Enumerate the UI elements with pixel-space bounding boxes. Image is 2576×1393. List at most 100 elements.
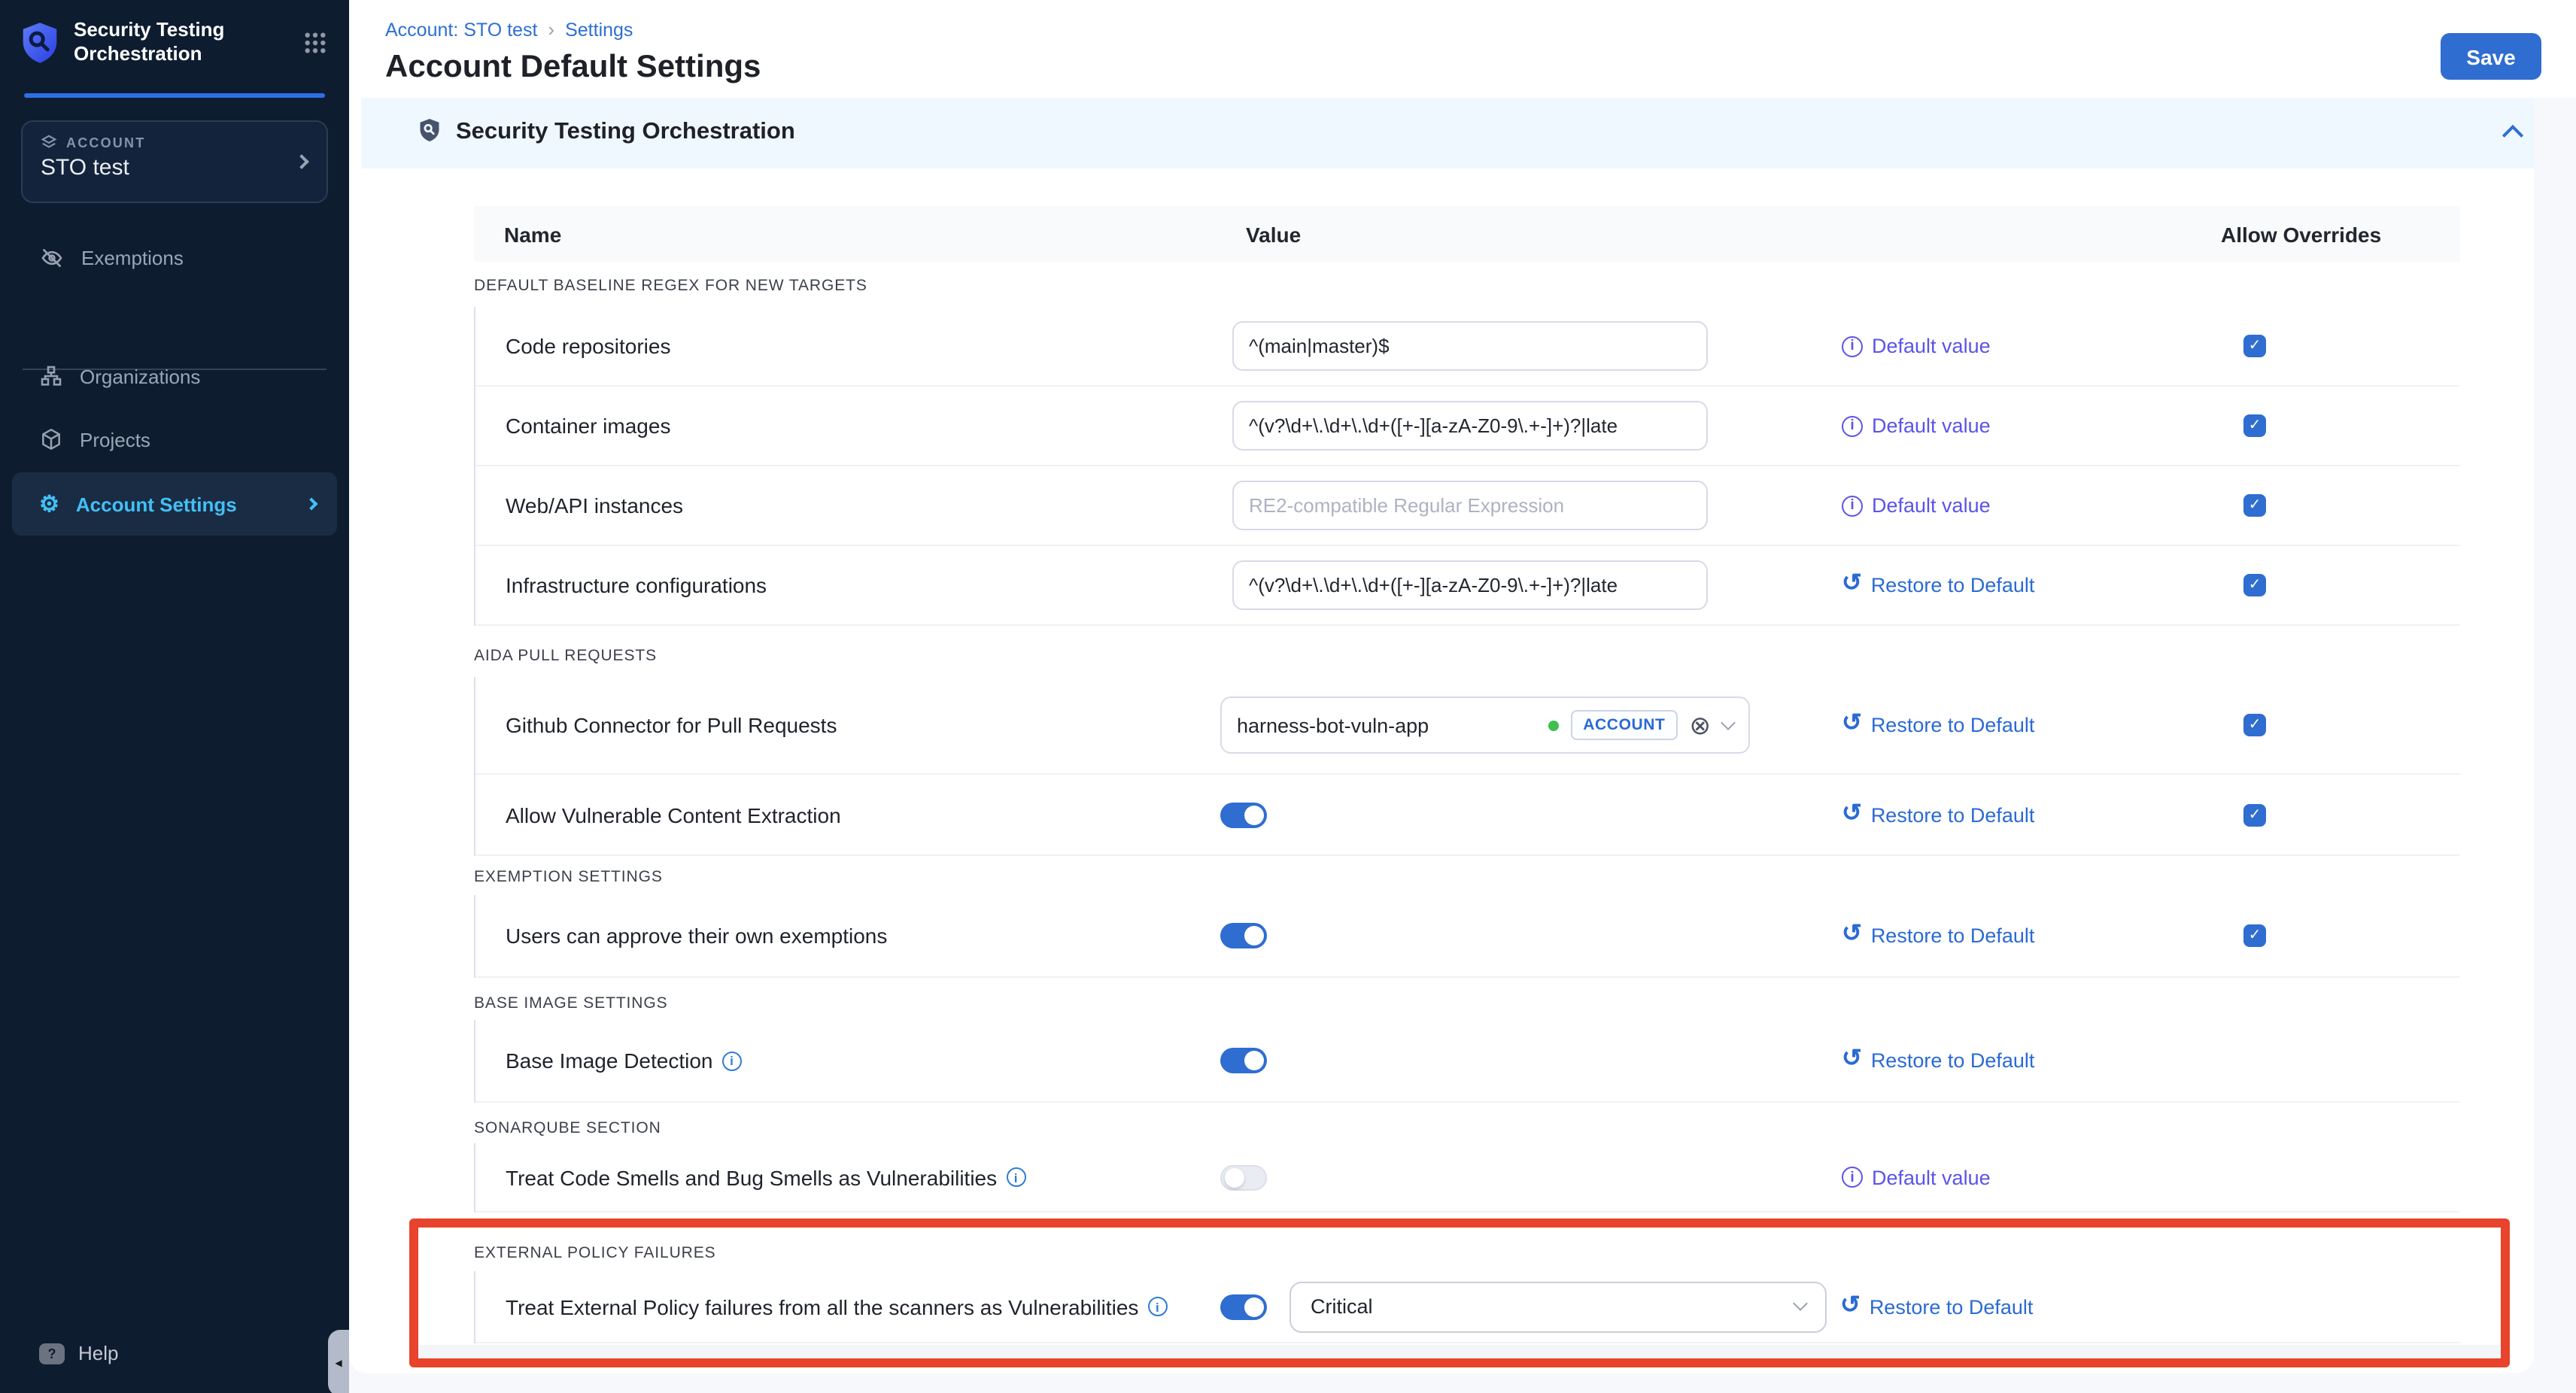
regex-input[interactable] (1232, 560, 1708, 610)
breadcrumb-settings-link[interactable]: Settings (565, 19, 633, 40)
setting-name: Treat Code Smells and Bug Smells as Vuln… (506, 1165, 1025, 1189)
account-scope-card[interactable]: ACCOUNT STO test (21, 120, 328, 203)
breadcrumb-separator: › (548, 18, 554, 41)
section-label: SONARQUBE SECTION (474, 1119, 661, 1137)
help-button[interactable]: ? Help (39, 1342, 119, 1364)
info-icon (1842, 495, 1863, 516)
section-group: Github Connector for Pull Requests harne… (474, 677, 2460, 856)
setting-row-treat-code-smells: Treat Code Smells and Bug Smells as Vuln… (475, 1143, 2460, 1212)
column-header-name: Name (504, 222, 561, 246)
breadcrumb-account-link[interactable]: Account: STO test (385, 19, 537, 40)
toggle-on[interactable] (1220, 1048, 1267, 1073)
section-group: Base Image Detection Restore to Default (474, 1020, 2460, 1103)
setting-row-treat-external-policy-failures: Treat External Policy failures from all … (475, 1271, 2460, 1343)
regex-input[interactable] (1232, 401, 1708, 451)
setting-row-github-connector: Github Connector for Pull Requests harne… (475, 677, 2460, 775)
allow-override-checkbox[interactable] (2243, 714, 2266, 736)
accent-bar (24, 93, 325, 98)
sidebar-item-label: Account Settings (76, 493, 237, 515)
sidebar-item-label: Projects (80, 428, 150, 451)
setting-row-allow-vulnerable-content-extraction: Allow Vulnerable Content Extraction Rest… (475, 775, 2460, 856)
chevron-down-icon[interactable] (1721, 715, 1736, 730)
help-icon: ? (39, 1343, 65, 1364)
column-header-allow-overrides: Allow Overrides (2221, 222, 2381, 246)
allow-override-checkbox[interactable] (2243, 803, 2266, 826)
regex-input[interactable] (1232, 321, 1708, 371)
default-value-indicator[interactable]: Default value (1842, 1166, 1991, 1188)
module-grid-icon[interactable] (304, 32, 327, 54)
sidebar-item-exemptions[interactable]: Exemptions (12, 226, 337, 289)
layers-icon (41, 134, 57, 150)
table-header: Name Value Allow Overrides (474, 206, 2460, 262)
chevron-up-icon[interactable] (2502, 125, 2523, 146)
section-label: DEFAULT BASELINE REGEX FOR NEW TARGETS (474, 277, 867, 295)
sidebar-item-account-settings[interactable]: ⚙ Account Settings (12, 472, 337, 536)
panel-title: Security Testing Orchestration (456, 119, 795, 146)
column-header-value: Value (1246, 222, 1301, 246)
screen: Security Testing Orchestration (0, 0, 2576, 1393)
content-card: Security Testing Orchestration Name Valu… (349, 98, 2534, 1373)
connected-status-dot (1548, 720, 1559, 730)
info-icon[interactable] (1006, 1167, 1025, 1187)
setting-name: Infrastructure configurations (506, 573, 767, 597)
setting-name: Base Image Detection (506, 1049, 742, 1073)
app-logo-row: Security Testing Orchestration (20, 18, 330, 67)
sidebar-collapse-handle[interactable] (328, 1330, 349, 1393)
setting-name: Web/API instances (506, 493, 683, 517)
section-label: EXEMPTION SETTINGS (474, 868, 663, 886)
regex-input[interactable] (1232, 481, 1708, 530)
sidebar-item-label: Organizations (80, 365, 200, 387)
default-value-indicator[interactable]: Default value (1842, 414, 1991, 437)
cube-icon (39, 427, 63, 451)
restore-icon (1840, 1296, 1861, 1318)
breadcrumb: Account: STO test › Settings (385, 18, 633, 41)
allow-override-checkbox[interactable] (2243, 924, 2266, 947)
setting-name: Code repositories (506, 334, 670, 358)
restore-to-default-link[interactable]: Restore to Default (1842, 714, 2034, 736)
account-scope-label: ACCOUNT (66, 135, 145, 150)
section-group: Treat Code Smells and Bug Smells as Vuln… (474, 1143, 2460, 1212)
account-name: STO test (41, 155, 308, 181)
setting-row-infrastructure-configurations: Infrastructure configurations Restore to… (475, 546, 2460, 626)
help-label: Help (78, 1342, 119, 1364)
section-group: Users can approve their own exemptions R… (474, 895, 2460, 978)
app-shield-icon (20, 21, 60, 65)
info-icon[interactable] (1147, 1297, 1167, 1316)
restore-icon (1842, 925, 1862, 947)
allow-override-checkbox[interactable] (2243, 414, 2266, 437)
default-value-indicator[interactable]: Default value (1842, 494, 1991, 517)
restore-to-default-link[interactable]: Restore to Default (1842, 574, 2034, 596)
allow-override-checkbox[interactable] (2243, 335, 2266, 357)
default-value-indicator[interactable]: Default value (1842, 335, 1991, 357)
connector-name: harness-bot-vuln-app (1237, 714, 1536, 736)
eye-off-icon (39, 244, 65, 270)
toggle-off[interactable] (1220, 1164, 1267, 1190)
restore-icon (1842, 715, 1862, 736)
scope-badge: ACCOUNT (1571, 710, 1677, 740)
sidebar-item-organizations[interactable]: Organizations (12, 344, 337, 408)
toggle-on[interactable] (1220, 1294, 1267, 1319)
chevron-right-icon (305, 498, 318, 511)
page-title: Account Default Settings (385, 50, 761, 86)
info-icon[interactable] (722, 1051, 742, 1070)
save-button[interactable]: Save (2441, 33, 2541, 80)
section-label: BASE IMAGE SETTINGS (474, 994, 668, 1012)
sidebar-item-label: Exemptions (81, 246, 184, 269)
restore-to-default-link[interactable]: Restore to Default (1842, 1049, 2034, 1072)
sidebar-item-projects[interactable]: Projects (12, 408, 337, 471)
setting-name: Allow Vulnerable Content Extraction (506, 803, 841, 827)
toggle-on[interactable] (1220, 923, 1267, 948)
restore-to-default-link[interactable]: Restore to Default (1840, 1295, 2033, 1318)
clear-icon[interactable] (1690, 712, 1712, 738)
gear-icon: ⚙ (39, 493, 59, 515)
connector-select[interactable]: harness-bot-vuln-app ACCOUNT (1220, 696, 1750, 754)
allow-override-checkbox[interactable] (2243, 574, 2266, 596)
allow-override-checkbox[interactable] (2243, 494, 2266, 517)
setting-row-container-images: Container images Default value (475, 387, 2460, 466)
toggle-on[interactable] (1220, 802, 1267, 827)
restore-to-default-link[interactable]: Restore to Default (1842, 803, 2034, 826)
section-group: Code repositories Default value Containe… (474, 307, 2460, 626)
severity-select[interactable]: Critical (1290, 1281, 1827, 1332)
chevron-down-icon (1793, 1296, 1808, 1311)
restore-to-default-link[interactable]: Restore to Default (1842, 924, 2034, 947)
